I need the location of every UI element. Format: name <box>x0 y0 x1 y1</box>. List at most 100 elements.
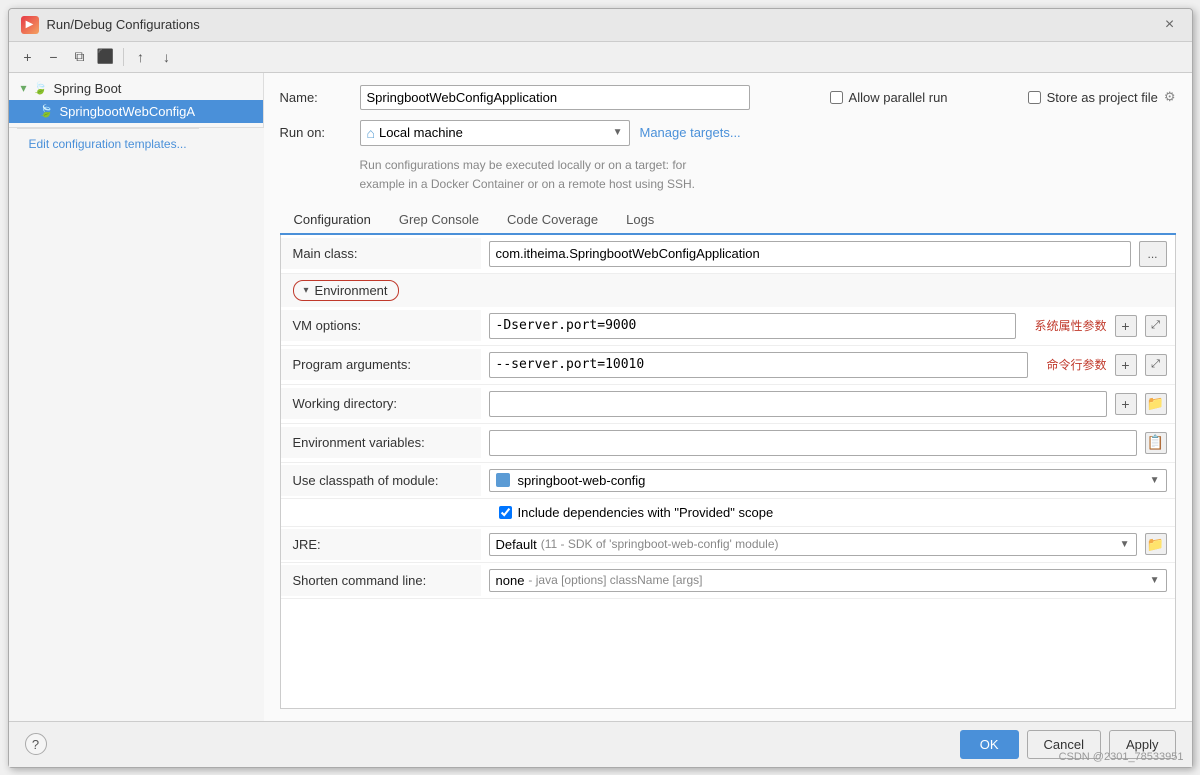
program-args-add-button[interactable]: + <box>1115 354 1137 376</box>
store-as-project-label: Store as project file <box>1047 90 1158 105</box>
working-dir-input[interactable] <box>489 391 1107 417</box>
move-down-button[interactable]: ↓ <box>156 46 178 68</box>
tab-code-coverage[interactable]: Code Coverage <box>493 206 612 235</box>
copy-config-button[interactable]: ⧉ <box>69 46 91 68</box>
shorten-value-cell: none - java [options] className [args] ▼ <box>481 563 1175 598</box>
edit-templates-link[interactable]: Edit configuration templates... <box>17 128 199 159</box>
working-dir-value-cell: + 📁 <box>481 385 1175 423</box>
env-chevron-icon: ▾ <box>304 285 309 296</box>
ok-button[interactable]: OK <box>960 730 1019 759</box>
vm-options-input[interactable] <box>489 313 1017 339</box>
spring-boot-icon: 🍃 <box>33 81 48 95</box>
shorten-dropdown-arrow-icon: ▼ <box>1150 575 1160 586</box>
env-vars-input[interactable] <box>489 430 1137 456</box>
close-button[interactable]: × <box>1160 15 1180 35</box>
program-args-label: Program arguments: <box>281 349 481 380</box>
hint-text: Run configurations may be executed local… <box>360 156 1176 194</box>
run-debug-dialog: ▶ Run/Debug Configurations × + − ⧉ ⬛ ↑ ↓… <box>8 8 1193 768</box>
store-as-project-checkbox[interactable] <box>1028 91 1041 104</box>
jre-default-text: Default <box>496 537 537 552</box>
sidebar-item-active-config[interactable]: 🍃 SpringbootWebConfigA <box>9 100 263 123</box>
environment-section-header[interactable]: ▾ Environment <box>281 274 1175 307</box>
hint-line1: Run configurations may be executed local… <box>360 158 687 172</box>
allow-parallel-label: Allow parallel run <box>849 90 948 105</box>
env-vars-edit-button[interactable]: 📋 <box>1145 432 1167 454</box>
jre-dropdown-arrow-icon: ▼ <box>1120 539 1130 550</box>
include-deps-checkbox[interactable] <box>499 506 512 519</box>
move-up-button[interactable]: ↑ <box>130 46 152 68</box>
dialog-footer: ? OK Cancel Apply <box>9 721 1192 767</box>
config-panel: Main class: ... ▾ Environment <box>280 235 1176 709</box>
settings-gear-icon[interactable]: ⚙ <box>1164 89 1176 105</box>
sidebar: ▾ 🍃 Spring Boot 🍃 SpringbootWebConfigA <box>9 73 264 127</box>
run-on-row: Run on: ⌂ Local machine ▼ Manage targets… <box>280 120 1176 146</box>
include-deps-row: Include dependencies with "Provided" sco… <box>281 499 1175 527</box>
tab-grep-console[interactable]: Grep Console <box>385 206 493 235</box>
vm-options-value-cell: 系统属性参数 + ⤢ <box>481 307 1175 345</box>
program-args-row: Program arguments: 命令行参数 + ⤢ <box>281 346 1175 385</box>
toolbar-divider <box>123 48 124 66</box>
jre-dropdown[interactable]: Default (11 - SDK of 'springboot-web-con… <box>489 533 1137 556</box>
toolbar: + − ⧉ ⬛ ↑ ↓ <box>9 42 1192 73</box>
classpath-dropdown[interactable]: springboot-web-config ▼ <box>489 469 1167 492</box>
sidebar-footer: Edit configuration templates... <box>9 127 264 159</box>
help-button[interactable]: ? <box>25 733 47 755</box>
program-args-value-cell: 命令行参数 + ⤢ <box>481 346 1175 384</box>
vm-options-add-button[interactable]: + <box>1115 315 1137 337</box>
vm-options-expand-button[interactable]: ⤢ <box>1145 315 1167 337</box>
shorten-detail-text: - java [options] className [args] <box>528 573 702 587</box>
jre-row: JRE: Default (11 - SDK of 'springboot-we… <box>281 527 1175 563</box>
working-dir-folder-button[interactable]: 📁 <box>1145 393 1167 415</box>
add-config-button[interactable]: + <box>17 46 39 68</box>
spring-boot-sub-icon: 🍃 <box>39 104 54 118</box>
tab-configuration[interactable]: Configuration <box>280 206 385 235</box>
allow-parallel-row: Allow parallel run <box>830 90 948 105</box>
name-row: Name: Allow parallel run Store as projec… <box>280 85 1176 110</box>
run-on-dropdown[interactable]: ⌂ Local machine ▼ <box>360 120 630 146</box>
working-dir-label: Working directory: <box>281 388 481 419</box>
watermark: CSDN @2301_78533951 <box>1059 751 1184 763</box>
env-vars-value-cell: 📋 <box>481 424 1175 462</box>
environment-section-circle: ▾ Environment <box>293 280 399 301</box>
module-icon <box>496 473 510 487</box>
right-panel: Name: Allow parallel run Store as projec… <box>264 73 1192 721</box>
right-panel-wrapper: Name: Allow parallel run Store as projec… <box>264 73 1192 721</box>
program-args-expand-button[interactable]: ⤢ <box>1145 354 1167 376</box>
dropdown-arrow-icon: ▼ <box>613 127 623 138</box>
manage-targets-link[interactable]: Manage targets... <box>640 125 741 140</box>
tab-logs[interactable]: Logs <box>612 206 668 235</box>
main-class-input[interactable] <box>489 241 1131 267</box>
shorten-cmdline-row: Shorten command line: none - java [optio… <box>281 563 1175 599</box>
env-vars-row: Environment variables: 📋 <box>281 424 1175 463</box>
sidebar-item-spring-boot[interactable]: ▾ 🍃 Spring Boot <box>9 77 263 100</box>
name-input[interactable] <box>360 85 750 110</box>
include-deps-label: Include dependencies with "Provided" sco… <box>518 505 774 520</box>
allow-parallel-checkbox[interactable] <box>830 91 843 104</box>
program-args-input[interactable] <box>489 352 1029 378</box>
working-dir-add-button[interactable]: + <box>1115 393 1137 415</box>
main-class-label: Main class: <box>281 238 481 269</box>
jre-label: JRE: <box>281 529 481 560</box>
shorten-label: Shorten command line: <box>281 565 481 596</box>
shorten-dropdown[interactable]: none - java [options] className [args] ▼ <box>489 569 1167 592</box>
main-class-ellipsis-button[interactable]: ... <box>1139 241 1167 267</box>
sidebar-wrapper: ▾ 🍃 Spring Boot 🍃 SpringbootWebConfigA E… <box>9 73 264 721</box>
main-content: ▾ 🍃 Spring Boot 🍃 SpringbootWebConfigA E… <box>9 73 1192 721</box>
main-class-row: Main class: ... <box>281 235 1175 274</box>
jre-detail-text: (11 - SDK of 'springboot-web-config' mod… <box>541 537 779 551</box>
name-label: Name: <box>280 90 350 105</box>
env-vars-label: Environment variables: <box>281 427 481 458</box>
vm-options-row: VM options: 系统属性参数 + ⤢ <box>281 307 1175 346</box>
move-config-button[interactable]: ⬛ <box>95 46 117 68</box>
working-dir-row: Working directory: + 📁 <box>281 385 1175 424</box>
sidebar-item-spring-boot-label: Spring Boot <box>53 81 121 96</box>
shorten-none-text: none <box>496 573 525 588</box>
tabs-row: Configuration Grep Console Code Coverage… <box>280 206 1176 235</box>
remove-config-button[interactable]: − <box>43 46 65 68</box>
environment-label: Environment <box>315 283 388 298</box>
hint-line2: example in a Docker Container or on a re… <box>360 177 696 191</box>
footer-left: ? <box>25 733 47 755</box>
jre-folder-button[interactable]: 📁 <box>1145 533 1167 555</box>
home-icon: ⌂ <box>367 125 375 141</box>
dialog-title: Run/Debug Configurations <box>47 17 200 32</box>
